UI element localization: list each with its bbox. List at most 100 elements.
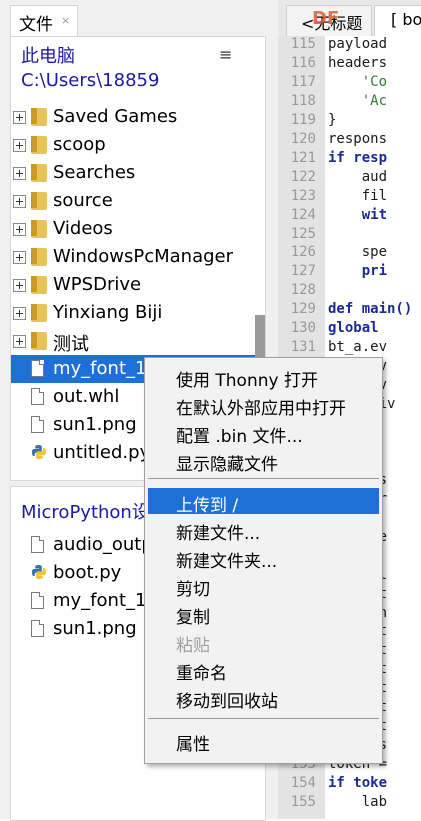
computer-path-breadcrumb[interactable]: C:\Users\18859: [21, 69, 159, 93]
expand-icon[interactable]: [13, 279, 26, 292]
expand-icon[interactable]: [13, 195, 26, 208]
folder-icon: [31, 276, 47, 294]
line-number: 118: [290, 92, 316, 109]
line-number: 122: [290, 168, 316, 185]
files-tab-bar: 文件 ×: [0, 0, 278, 36]
folder-row[interactable]: source: [11, 187, 265, 215]
code-line: pri: [328, 263, 388, 280]
line-number: 115: [290, 36, 316, 52]
code-line: bt_a.ev: [328, 339, 388, 356]
folder-icon: [31, 248, 47, 266]
context-menu-item-label: 新建文件夹...: [176, 552, 278, 572]
folder-row[interactable]: Searches: [11, 159, 265, 187]
file-name: WindowsPcManager: [53, 246, 233, 267]
editor-tab-bar: <无标题> [ bo DF: [278, 0, 421, 53]
line-number: 117: [290, 73, 316, 90]
file-name: Searches: [53, 162, 136, 183]
context-menu-item-label: 在默认外部应用中打开: [176, 399, 346, 419]
line-number: 155: [290, 794, 316, 810]
context-menu-item-label: 显示隐藏文件: [176, 455, 278, 475]
code-line: spe: [328, 244, 388, 261]
folder-row[interactable]: Saved Games: [11, 103, 265, 131]
expand-icon[interactable]: [13, 167, 26, 180]
line-number: 129: [290, 301, 316, 318]
line-number: 120: [290, 130, 316, 147]
context-menu-item-label: 使用 Thonny 打开: [176, 371, 318, 391]
context-menu-item[interactable]: 属性: [148, 727, 379, 755]
context-menu-item: 粘贴: [148, 628, 379, 656]
code-line: payload: [328, 36, 388, 52]
context-menu-item-label: 重命名: [176, 664, 227, 684]
context-menu-item[interactable]: 显示隐藏文件: [148, 447, 379, 475]
folder-icon: [31, 332, 47, 350]
file-name: boot.py: [53, 562, 122, 583]
menu-icon[interactable]: ≡: [219, 45, 232, 64]
folder-row[interactable]: 测试: [11, 327, 265, 355]
line-number: 124: [290, 206, 316, 223]
context-menu-item-label: 复制: [176, 608, 210, 628]
line-number: 130: [290, 320, 316, 337]
code-line: }: [328, 111, 337, 128]
folder-icon: [31, 192, 47, 210]
context-menu-item[interactable]: 剪切: [148, 572, 379, 600]
folder-icon: [31, 136, 47, 154]
folder-row[interactable]: Yinxiang Biji: [11, 299, 265, 327]
line-number: 125: [290, 225, 316, 242]
context-menu-item[interactable]: 新建文件...: [148, 516, 379, 544]
code-line: respons: [328, 130, 388, 147]
file-name: WPSDrive: [53, 274, 142, 295]
files-tab-label: 文件: [19, 15, 53, 35]
file-name: untitled.py: [53, 442, 151, 463]
context-menu-item[interactable]: 配置 .bin 文件...: [148, 419, 379, 447]
folder-row[interactable]: scoop: [11, 131, 265, 159]
python-file-icon: [31, 444, 47, 462]
editor-tab-second-label: [ bo: [391, 10, 421, 29]
file-icon: [31, 620, 44, 637]
context-menu-item[interactable]: 在默认外部应用中打开: [148, 391, 379, 419]
file-name: sun1.png: [53, 618, 137, 639]
line-number: 126: [290, 244, 316, 261]
folder-row[interactable]: WPSDrive: [11, 271, 265, 299]
line-number: 123: [290, 187, 316, 204]
expand-icon[interactable]: [13, 307, 26, 320]
context-menu-item[interactable]: 新建文件夹...: [148, 544, 379, 572]
computer-title[interactable]: 此电脑: [21, 45, 159, 69]
context-menu-item[interactable]: 使用 Thonny 打开: [148, 363, 379, 391]
file-icon: [31, 360, 44, 377]
code-line: global: [328, 320, 379, 337]
expand-icon[interactable]: [13, 335, 26, 348]
line-number: 121: [290, 149, 316, 166]
folder-icon: [31, 220, 47, 238]
context-menu-item[interactable]: 复制: [148, 600, 379, 628]
file-name: my_font_16: [53, 590, 158, 611]
close-icon[interactable]: ×: [61, 14, 70, 27]
context-menu-item-label: 剪切: [176, 580, 210, 600]
context-menu-item-label: 新建文件...: [176, 524, 261, 544]
folder-row[interactable]: Videos: [11, 215, 265, 243]
folder-icon: [31, 164, 47, 182]
file-icon: [31, 416, 44, 433]
context-menu-item-label: 配置 .bin 文件...: [176, 427, 303, 447]
line-number: 119: [290, 111, 316, 128]
code-line: if resp: [328, 149, 388, 166]
expand-icon[interactable]: [13, 111, 26, 124]
menu-separator: [148, 718, 379, 719]
code-line: headers: [328, 54, 388, 71]
file-name: Saved Games: [53, 106, 178, 127]
editor-tab-second[interactable]: [ bo: [374, 5, 421, 36]
folder-row[interactable]: WindowsPcManager: [11, 243, 265, 271]
expand-icon[interactable]: [13, 139, 26, 152]
context-menu-item[interactable]: 移动到回收站: [148, 684, 379, 712]
code-line: fil: [328, 187, 388, 204]
file-name: Videos: [53, 218, 113, 239]
files-tab[interactable]: 文件 ×: [10, 5, 78, 36]
code-line: if toke: [328, 775, 388, 792]
expand-icon[interactable]: [13, 251, 26, 264]
folder-icon: [31, 304, 47, 322]
folder-icon: [31, 108, 47, 126]
context-menu-item[interactable]: 上传到 /: [148, 488, 379, 516]
file-name: Yinxiang Biji: [53, 302, 163, 323]
code-line: 'Ac: [328, 92, 388, 109]
expand-icon[interactable]: [13, 223, 26, 236]
context-menu-item[interactable]: 重命名: [148, 656, 379, 684]
